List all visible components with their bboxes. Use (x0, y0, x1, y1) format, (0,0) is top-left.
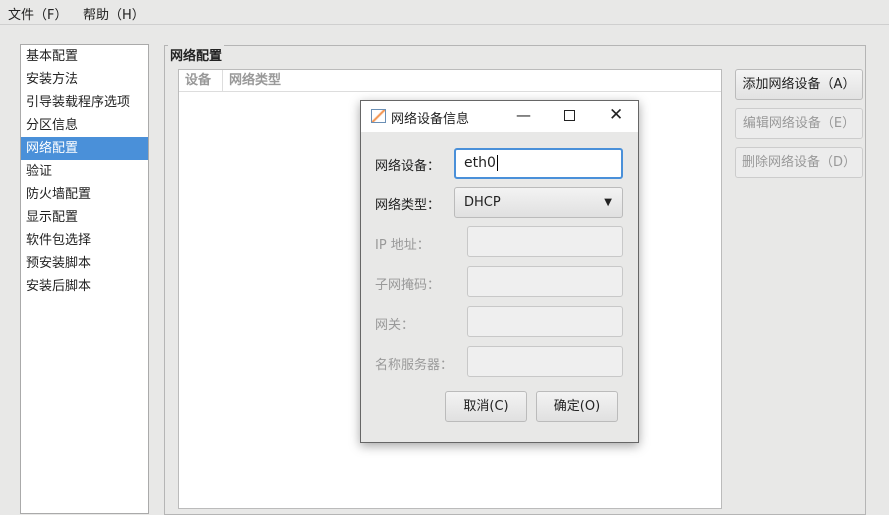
dns-input[interactable] (467, 346, 623, 377)
section-title: 网络配置 (168, 45, 225, 64)
device-label: 网络设备： (375, 159, 441, 174)
network-device-dialog: 网络设备信息 — ✕ 网络设备： eth0 网络类型： DHCP ▼ IP 地址：… (360, 100, 639, 443)
sidebar-item[interactable]: 预安装脚本 (21, 252, 148, 275)
ok-button[interactable]: 确定(O) (536, 391, 618, 422)
ip-input[interactable] (467, 226, 623, 257)
sidebar-item[interactable]: 验证 (21, 160, 148, 183)
cancel-button[interactable]: 取消(C) (445, 391, 527, 422)
sidebar-item[interactable]: 安装方法 (21, 68, 148, 91)
sidebar-item[interactable]: 安装后脚本 (21, 275, 148, 298)
column-header-type[interactable]: 网络类型 (223, 70, 721, 92)
delete-network-device-button[interactable]: 删除网络设备（D） (735, 147, 863, 178)
sidebar-item[interactable]: 引导装载程序选项 (21, 91, 148, 114)
gateway-input[interactable] (467, 306, 623, 337)
menu-help[interactable]: 帮助（H） (83, 4, 145, 23)
ip-label: IP 地址： (375, 238, 430, 253)
dialog-titlebar: 网络设备信息 — ✕ (361, 101, 638, 132)
dns-label: 名称服务器： (375, 358, 454, 373)
netmask-input[interactable] (467, 266, 623, 297)
column-header-device[interactable]: 设备 (179, 70, 223, 92)
type-label: 网络类型： (375, 198, 441, 213)
add-network-device-button[interactable]: 添加网络设备（A） (735, 69, 863, 100)
network-type-select[interactable]: DHCP ▼ (454, 187, 623, 218)
sidebar-item[interactable]: 基本配置 (21, 45, 148, 68)
sidebar-item[interactable]: 分区信息 (21, 114, 148, 137)
sidebar: 基本配置 安装方法 引导装载程序选项 分区信息 网络配置 验证 防火墙配置 显示配置 软件包选择… (20, 44, 149, 514)
sidebar-item[interactable]: 防火墙配置 (21, 183, 148, 206)
dialog-title: 网络设备信息 (391, 112, 470, 127)
device-input-value: eth0 (464, 155, 496, 171)
sidebar-item[interactable]: 网络配置 (21, 137, 148, 160)
edit-network-device-button[interactable]: 编辑网络设备（E） (735, 108, 863, 139)
netmask-label: 子网掩码： (375, 278, 441, 293)
sidebar-item[interactable]: 显示配置 (21, 206, 148, 229)
menu-file[interactable]: 文件（F） (8, 4, 67, 23)
dropdown-arrow-icon: ▼ (604, 197, 612, 208)
device-input[interactable]: eth0 (454, 148, 623, 179)
app-icon (371, 109, 386, 123)
close-icon[interactable]: ✕ (609, 105, 623, 125)
network-type-value: DHCP (464, 195, 501, 210)
minimize-icon[interactable]: — (516, 106, 531, 124)
gateway-label: 网关： (375, 318, 415, 333)
maximize-icon[interactable] (564, 110, 575, 121)
sidebar-item[interactable]: 软件包选择 (21, 229, 148, 252)
menu-bar: 文件（F） 帮助（H） (0, 0, 889, 25)
